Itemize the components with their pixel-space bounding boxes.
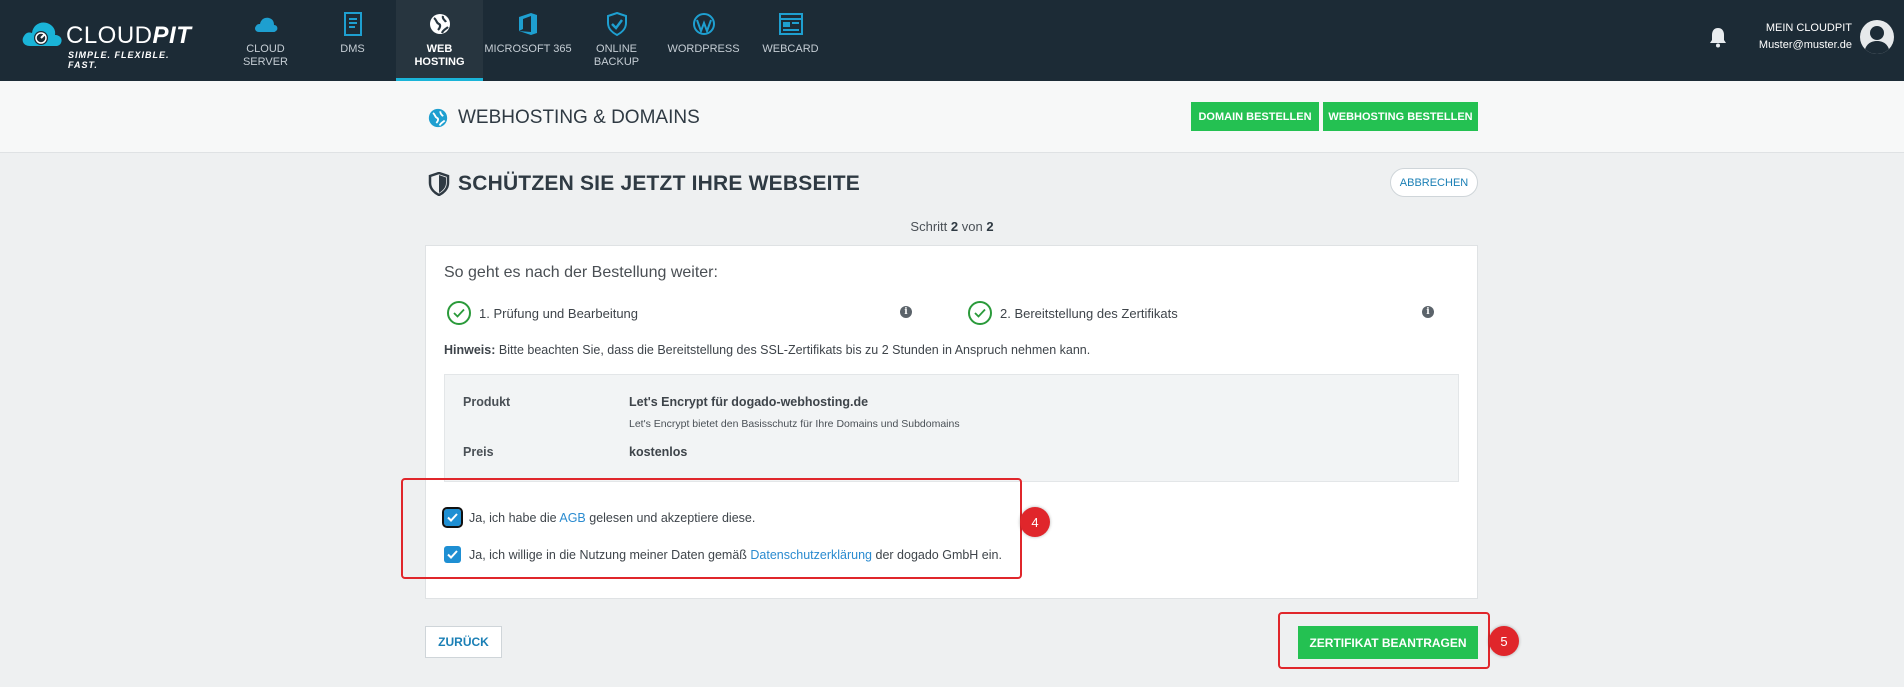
process-step-1-label: 1. Prüfung und Bearbeitung [479,305,639,321]
bell-icon[interactable] [1708,26,1728,48]
globe-icon [429,14,450,34]
nav-label: CLOUD [246,43,285,55]
process-step-1: 1. Prüfung und Bearbeitung [447,301,638,325]
webcard-icon [778,13,803,35]
highlight-box-consent [401,478,1022,579]
check-icon [974,308,986,318]
logo-tagline: SIMPLE. FLEXIBLE. FAST. [68,50,170,70]
nav-item-web-hosting[interactable]: WEB HOSTING [396,0,483,81]
info-icon[interactable]: i [900,306,912,318]
step-marker-5: 5 [1489,626,1519,656]
process-step-2: 2. Bereitstellung des Zertifikats [968,301,1178,325]
shield-icon [606,12,627,36]
account-label: MEIN CLOUDPIT [1765,22,1852,34]
cloud-speedometer-icon [22,22,62,46]
nav-item-cloud-server[interactable]: CLOUD SERVER [222,0,309,81]
nav-label: BACKUP [593,56,640,68]
product-details: Produkt Let's Encrypt für dogado-webhost… [444,374,1459,482]
cancel-button[interactable]: ABBRECHEN [1390,168,1478,197]
cloudpit-logo[interactable]: CLOUDPIT SIMPLE. FLEXIBLE. FAST. [20,16,200,70]
check-icon [453,308,465,318]
back-button[interactable]: ZURÜCK [425,626,502,658]
step-indicator: Schritt 2 von 2 [910,219,994,234]
nav-item-wordpress[interactable]: WORDPRESS [660,0,747,81]
step-marker-4: 4 [1020,507,1050,537]
nav-item-online-backup[interactable]: ONLINE BACKUP [573,0,660,81]
cloud-icon [254,17,277,32]
account-menu[interactable]: MEIN CLOUDPIT Muster@muster.de [1740,20,1852,54]
main-nav: CLOUD SERVER DMS WEB HOSTING MICROSOFT 3… [222,0,834,81]
nav-label: MICROSOFT 365 [484,43,572,55]
product-label: Produkt [463,395,511,409]
price-value: kostenlos [629,445,688,459]
nav-label: SERVER [242,56,289,68]
section-header: WEBHOSTING & DOMAINS DOMAIN BESTELLEN WE… [0,81,1904,153]
office-icon [519,13,537,35]
info-icon[interactable]: i [1422,306,1434,318]
order-webhosting-button[interactable]: WEBHOSTING BESTELLEN [1323,102,1478,131]
price-label: Preis [463,445,494,459]
request-certificate-button[interactable]: ZERTIFIKAT BEANTRAGEN [1298,626,1478,659]
nav-item-microsoft-365[interactable]: MICROSOFT 365 [483,0,573,81]
card-heading: So geht es nach der Bestellung weiter: [444,264,718,281]
top-navigation-bar: CLOUDPIT SIMPLE. FLEXIBLE. FAST. CLOUD S… [0,0,1904,81]
nav-item-webcard[interactable]: WEBCARD [747,0,834,81]
shield-icon [428,172,450,196]
order-domain-button[interactable]: DOMAIN BESTELLEN [1191,102,1319,131]
logo-wordmark: CLOUDPIT [66,22,192,49]
product-value: Let's Encrypt für dogado-webhosting.de [629,395,869,409]
document-icon [343,12,362,36]
page-title-text: SCHÜTZEN SIE JETZT IHRE WEBSEITE [458,172,860,195]
section-title: WEBHOSTING & DOMAINS [428,107,700,129]
nav-label: ONLINE [596,43,637,55]
wordpress-icon [692,13,715,35]
nav-item-dms[interactable]: DMS [309,0,396,81]
avatar[interactable] [1860,20,1894,54]
nav-label: WEB [426,43,453,55]
user-icon [1864,26,1890,54]
page-title: SCHÜTZEN SIE JETZT IHRE WEBSEITE [428,172,860,196]
process-step-2-label: 2. Bereitstellung des Zertifikats [1000,305,1178,321]
product-description: Let's Encrypt bietet den Basisschutz für… [629,418,960,430]
section-title-text: WEBHOSTING & DOMAINS [458,107,700,128]
globe-icon [428,108,448,128]
hint-text: Hinweis: Bitte beachten Sie, dass die Be… [444,343,1091,357]
nav-label: WEBCARD [762,43,819,55]
nav-label: HOSTING [414,56,465,68]
account-email: Muster@muster.de [1758,39,1852,51]
nav-label: DMS [340,43,365,55]
nav-label: WORDPRESS [667,43,740,55]
